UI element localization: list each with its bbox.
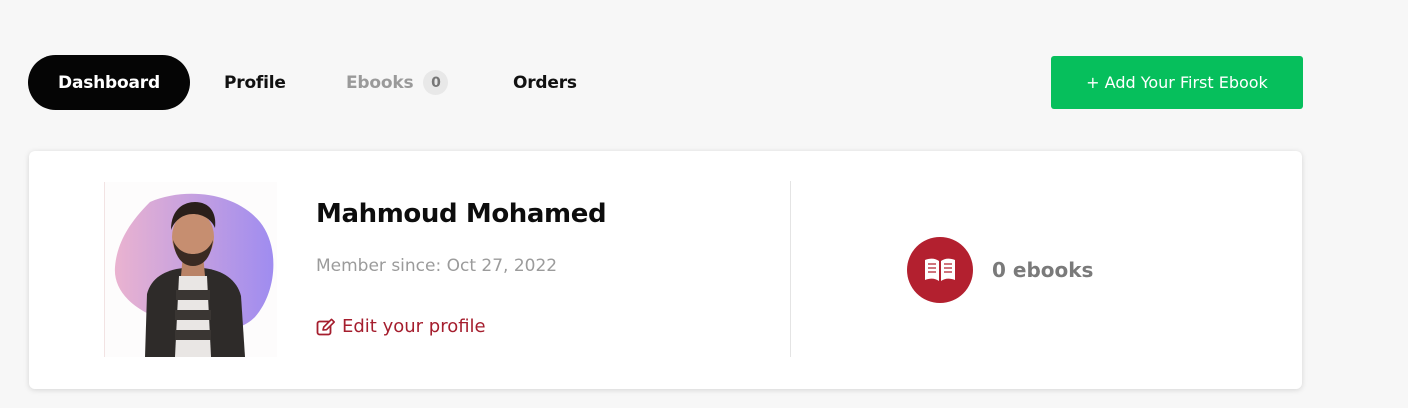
tab-ebooks-label: Ebooks — [346, 72, 414, 93]
book-icon-circle — [907, 237, 973, 303]
ebooks-count-text: 0 ebooks — [992, 258, 1094, 282]
member-since-text: Member since: Oct 27, 2022 — [316, 256, 558, 276]
tab-ebooks[interactable]: Ebooks 0 — [346, 55, 449, 110]
tab-orders[interactable]: Orders — [513, 55, 577, 110]
book-icon — [925, 258, 955, 281]
card-divider — [790, 181, 791, 357]
tab-dashboard-label: Dashboard — [58, 72, 160, 93]
tab-profile-label: Profile — [224, 72, 286, 93]
tab-dashboard[interactable]: Dashboard — [28, 55, 190, 110]
user-name: Mahmoud Mohamed — [316, 199, 607, 229]
edit-profile-link[interactable]: Edit your profile — [316, 316, 486, 337]
top-navigation: Dashboard Profile Ebooks 0 Orders + Add … — [28, 55, 1303, 110]
profile-summary-card: Mahmoud Mohamed Member since: Oct 27, 20… — [29, 151, 1302, 389]
avatar — [104, 182, 277, 357]
tab-profile[interactable]: Profile — [224, 55, 286, 110]
tab-orders-label: Orders — [513, 72, 577, 93]
ebooks-stat: 0 ebooks — [907, 237, 1093, 303]
edit-icon — [316, 318, 335, 335]
ebooks-count-badge: 0 — [423, 70, 449, 95]
add-first-ebook-button[interactable]: + Add Your First Ebook — [1051, 56, 1303, 109]
edit-profile-label: Edit your profile — [342, 316, 486, 337]
